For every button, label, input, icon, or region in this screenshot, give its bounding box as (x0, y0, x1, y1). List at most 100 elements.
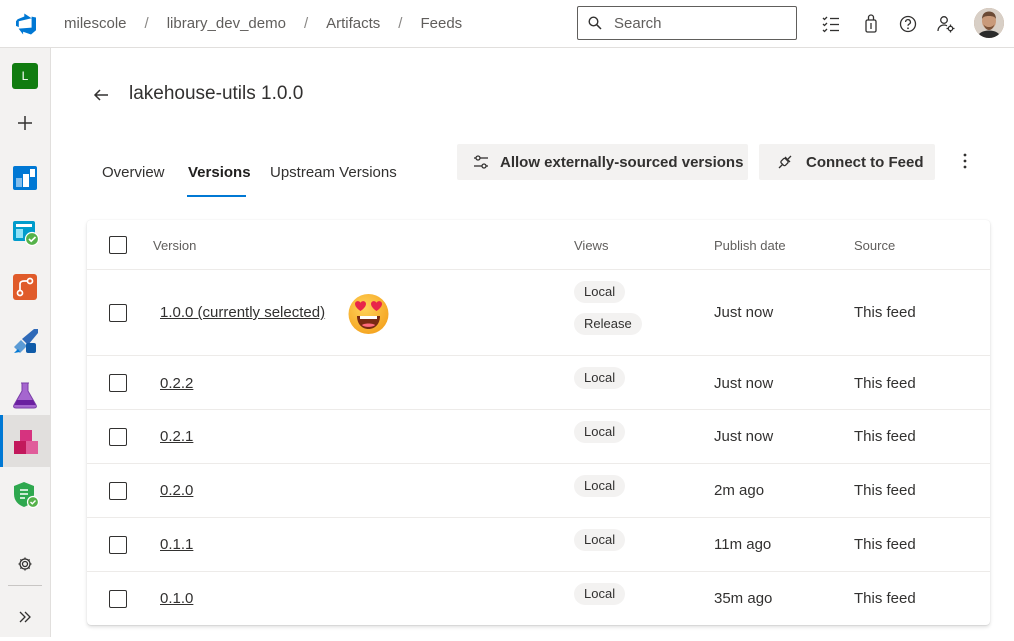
column-header-publish-date[interactable]: Publish date (714, 238, 786, 253)
double-chevron-right-icon (19, 611, 31, 623)
boards-icon (13, 166, 37, 190)
column-header-version[interactable]: Version (153, 238, 196, 253)
source: This feed (854, 482, 916, 499)
table-row[interactable]: 0.2.0 Local 2m ago This feed (87, 464, 990, 518)
column-header-views[interactable]: Views (574, 238, 608, 253)
allow-external-versions-label: Allow externally-sourced versions (500, 154, 744, 171)
source: This feed (854, 536, 916, 553)
source: This feed (854, 375, 916, 392)
test-plans-icon (13, 221, 40, 247)
gear-icon (18, 557, 32, 571)
row-checkbox[interactable] (109, 590, 127, 608)
publish-date: 35m ago (714, 590, 773, 607)
view-badge-local: Local (574, 583, 626, 605)
tab-upstream-versions[interactable]: Upstream Versions (270, 164, 397, 181)
source: This feed (854, 304, 916, 321)
pipelines-icon (14, 329, 38, 353)
breadcrumb-separator: / (303, 15, 309, 32)
artifacts-icon (14, 430, 38, 454)
tab-overview[interactable]: Overview (102, 164, 165, 181)
row-checkbox[interactable] (109, 482, 127, 500)
shopping-bag-icon[interactable] (860, 13, 882, 35)
version-link[interactable]: 1.0.0 (currently selected) (160, 304, 325, 321)
repos-icon (13, 274, 37, 300)
plus-icon (18, 116, 32, 130)
flask-icon (13, 382, 37, 409)
rail-test-plans[interactable] (0, 208, 51, 256)
publish-date: Just now (714, 428, 774, 445)
version-link[interactable]: 0.2.0 (160, 482, 193, 499)
rail-boards[interactable] (0, 154, 51, 202)
breadcrumb-artifacts[interactable]: Artifacts (326, 15, 380, 32)
project-avatar: L (12, 63, 38, 89)
table-header: Version Views Publish date Source (87, 220, 990, 270)
table-row[interactable]: 0.1.0 Local 35m ago This feed (87, 572, 990, 625)
rail-security[interactable] (0, 470, 51, 518)
avatar-photo-icon (974, 8, 1004, 38)
heart-eyes-emoji-icon (348, 294, 389, 334)
rail-artifacts[interactable] (0, 415, 51, 467)
view-badge-local: Local (574, 529, 626, 551)
versions-table: Version Views Publish date Source 1.0.0 … (87, 220, 990, 625)
rail-expand[interactable] (0, 593, 51, 641)
source: This feed (854, 428, 916, 445)
rail-test-flask[interactable] (0, 370, 51, 418)
view-badge-release: Release (574, 313, 642, 335)
breadcrumb-org[interactable]: milescole (64, 15, 127, 32)
view-badge-local: Local (574, 475, 626, 497)
task-list-icon[interactable] (820, 13, 842, 35)
rail-project-badge[interactable]: L (0, 48, 51, 96)
version-link[interactable]: 0.2.1 (160, 428, 193, 445)
view-badge-local: Local (574, 421, 626, 443)
view-badge-local: Local (574, 367, 626, 389)
search-box[interactable]: Search (577, 6, 797, 40)
help-icon[interactable] (897, 13, 919, 35)
row-checkbox[interactable] (109, 428, 127, 446)
rail-repos[interactable] (0, 262, 51, 310)
publish-date: Just now (714, 304, 774, 321)
rail-new-item[interactable] (0, 98, 51, 146)
publish-date: 2m ago (714, 482, 765, 499)
breadcrumb-project[interactable]: library_dev_demo (167, 15, 286, 32)
user-avatar[interactable] (974, 8, 1004, 38)
back-arrow-icon[interactable] (92, 86, 110, 104)
left-navigation-rail: L (0, 48, 51, 637)
sliders-icon (474, 155, 488, 169)
allow-external-versions-button[interactable]: Allow externally-sourced versions (457, 144, 748, 180)
publish-date: Just now (714, 375, 774, 392)
breadcrumb: milescole / library_dev_demo / Artifacts / Fee… (64, 15, 462, 32)
security-shield-icon (14, 482, 40, 509)
connect-to-feed-button[interactable]: Connect to Feed (759, 144, 935, 180)
table-row[interactable]: 0.2.1 Local Just now This feed (87, 410, 990, 464)
row-checkbox[interactable] (109, 304, 127, 322)
table-row[interactable]: 1.0.0 (currently selected) Local Release… (87, 269, 990, 356)
column-header-source[interactable]: Source (854, 238, 895, 253)
plug-icon (778, 155, 792, 169)
search-icon (588, 16, 602, 30)
top-bar: milescole / library_dev_demo / Artifacts / Fee… (0, 0, 1014, 48)
azure-devops-logo-icon[interactable] (14, 12, 38, 36)
table-row[interactable]: 0.2.2 Local Just now This feed (87, 356, 990, 410)
breadcrumb-separator: / (398, 15, 403, 32)
view-badge-local: Local (574, 281, 626, 303)
version-link[interactable]: 0.1.1 (160, 536, 193, 553)
user-settings-icon[interactable] (935, 13, 957, 35)
selected-tab-indicator (187, 195, 246, 197)
source: This feed (854, 590, 916, 607)
table-row[interactable]: 0.1.1 Local 11m ago This feed (87, 518, 990, 572)
search-placeholder: Search (614, 15, 662, 32)
row-checkbox[interactable] (109, 536, 127, 554)
breadcrumb-separator: / (144, 15, 149, 32)
version-link[interactable]: 0.1.0 (160, 590, 193, 607)
connect-to-feed-label: Connect to Feed (806, 154, 924, 171)
more-options-icon[interactable] (955, 151, 975, 171)
publish-date: 11m ago (714, 536, 772, 553)
rail-project-settings[interactable] (0, 540, 51, 588)
row-checkbox[interactable] (109, 374, 127, 392)
page-title: lakehouse-utils 1.0.0 (129, 83, 304, 104)
version-link[interactable]: 0.2.2 (160, 375, 193, 392)
tab-versions[interactable]: Versions (188, 164, 251, 181)
breadcrumb-feeds[interactable]: Feeds (420, 15, 462, 32)
rail-pipelines[interactable] (0, 316, 51, 364)
select-all-checkbox[interactable] (109, 236, 127, 254)
